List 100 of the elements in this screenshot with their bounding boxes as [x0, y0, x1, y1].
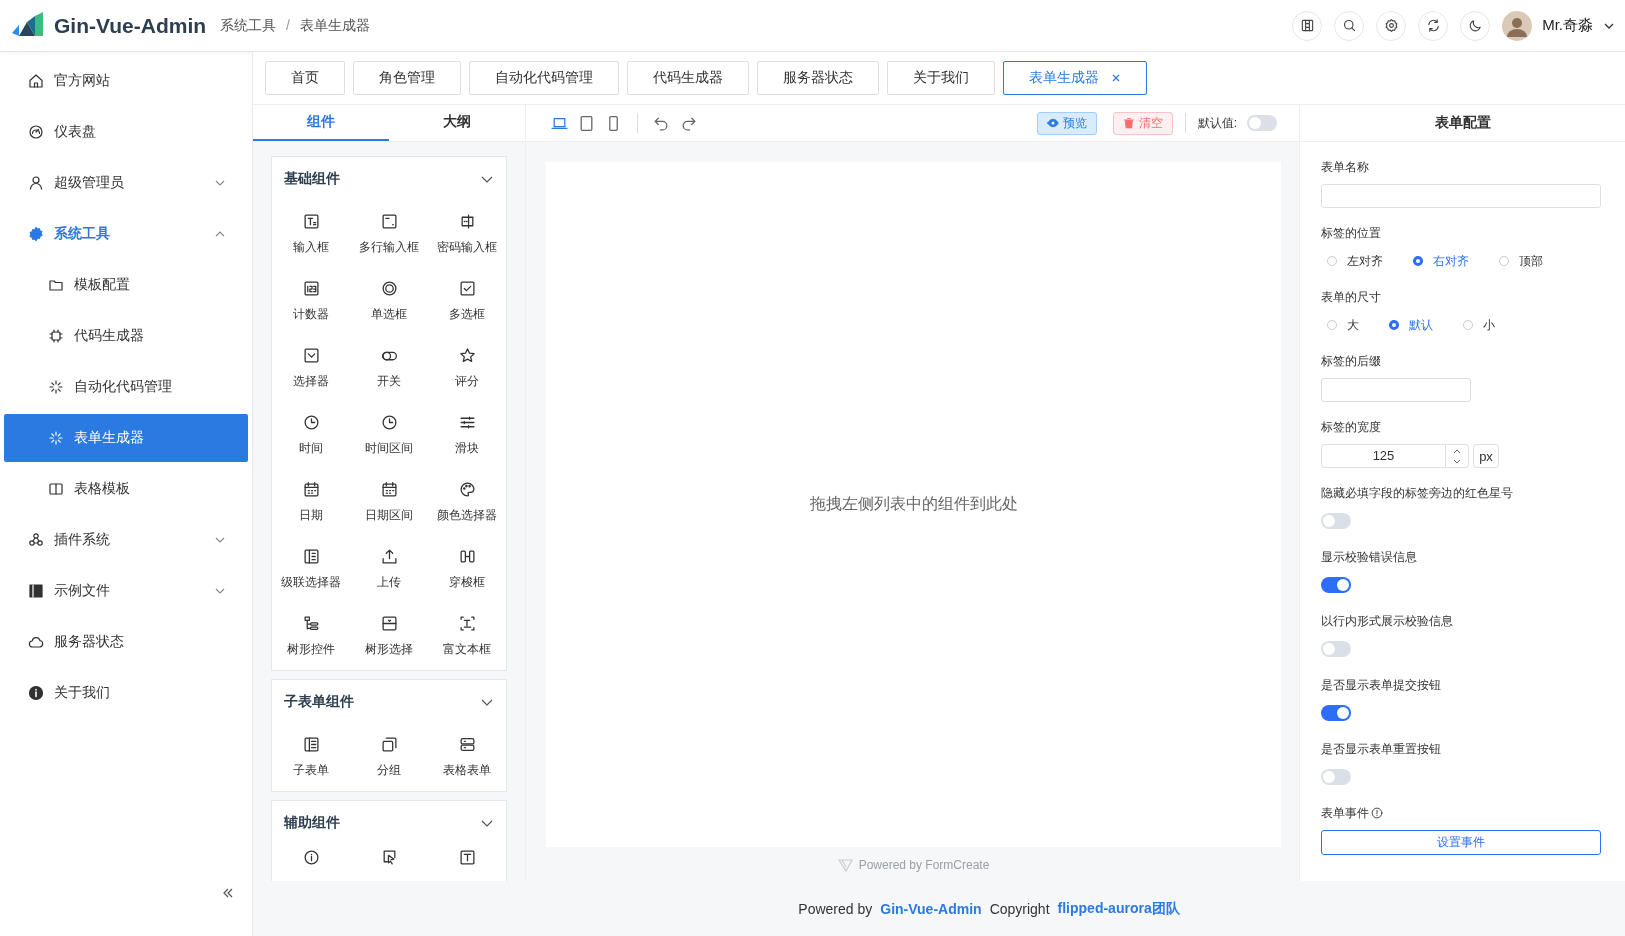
- tab[interactable]: 首页: [265, 61, 345, 95]
- radio-option[interactable]: 小: [1463, 316, 1495, 334]
- radio-option[interactable]: 大: [1327, 316, 1359, 334]
- field-label: 隐藏必填字段的标签旁边的红色星号: [1321, 486, 1513, 500]
- breadcrumb-separator: /: [286, 16, 290, 35]
- toggle-switch[interactable]: [1321, 513, 1351, 529]
- component-item[interactable]: 上传: [350, 536, 428, 603]
- sparkle-icon: [48, 379, 64, 395]
- sidebar-item[interactable]: 官方网站: [4, 57, 248, 105]
- layout-icon: [1299, 18, 1315, 33]
- component-item[interactable]: 穿梭框: [428, 536, 506, 603]
- sidebar-item[interactable]: 示例文件: [4, 567, 248, 615]
- radio-option[interactable]: 左对齐: [1327, 252, 1383, 270]
- toggle-switch[interactable]: [1321, 769, 1351, 785]
- sidebar-item[interactable]: 表格模板: [4, 465, 248, 513]
- text-icon: [458, 849, 476, 866]
- search-icon: [1341, 18, 1357, 33]
- toggle-switch[interactable]: [1321, 705, 1351, 721]
- spin-up-icon[interactable]: [1453, 447, 1461, 454]
- component-item[interactable]: 单选框: [350, 268, 428, 335]
- sidebar-item[interactable]: 仪表盘: [4, 108, 248, 156]
- radio-option[interactable]: 顶部: [1499, 252, 1543, 270]
- component-item[interactable]: 表格表单: [428, 724, 506, 791]
- input-field[interactable]: [1321, 378, 1471, 402]
- component-item[interactable]: 颜色选择器: [428, 469, 506, 536]
- sidebar-item[interactable]: 自动化代码管理: [4, 363, 248, 411]
- sidebar-item[interactable]: 超级管理员: [4, 159, 248, 207]
- sidebar-item[interactable]: 关于我们: [4, 669, 248, 717]
- input-field[interactable]: [1321, 184, 1601, 208]
- toolbar-button[interactable]: [1418, 10, 1449, 41]
- component-item[interactable]: 树形控件: [272, 603, 350, 670]
- sidebar-item[interactable]: 系统工具: [4, 210, 248, 258]
- component-item[interactable]: 分组: [350, 724, 428, 791]
- component-item[interactable]: 多选框: [428, 268, 506, 335]
- sidebar-item[interactable]: 插件系统: [4, 516, 248, 564]
- double-chevron-left-icon: [222, 887, 234, 899]
- component-item[interactable]: 滑块: [428, 402, 506, 469]
- field-label: 标签的宽度: [1321, 420, 1381, 434]
- table-form-icon: [458, 736, 476, 753]
- user-name[interactable]: Mr.奇淼: [1542, 16, 1593, 35]
- component-item[interactable]: 开关: [350, 335, 428, 402]
- radio-option[interactable]: 右对齐: [1413, 252, 1469, 270]
- radio-option[interactable]: 默认: [1389, 316, 1433, 334]
- gear-icon: [28, 226, 44, 242]
- component-item[interactable]: 级联选择器: [272, 536, 350, 603]
- spin-down-icon[interactable]: [1453, 458, 1461, 465]
- component-item[interactable]: 输入框: [272, 201, 350, 268]
- footer-link[interactable]: flipped-aurora团队: [1057, 899, 1180, 918]
- clock-icon: [380, 414, 398, 431]
- sidebar-item[interactable]: 服务器状态: [4, 618, 248, 666]
- toolbar-button[interactable]: [1334, 10, 1365, 41]
- sidebar-item[interactable]: 表单生成器: [4, 414, 248, 462]
- palette-icon: [458, 481, 476, 498]
- preview-button[interactable]: 预览: [1036, 111, 1097, 135]
- component-item[interactable]: 富文本框: [428, 603, 506, 670]
- sidebar-item[interactable]: 代码生成器: [4, 312, 248, 360]
- toolbar-button[interactable]: [1460, 10, 1491, 41]
- component-item[interactable]: 日期区间: [350, 469, 428, 536]
- toggle-switch[interactable]: [1321, 641, 1351, 657]
- copy-icon: [380, 736, 398, 753]
- field-label: 标签的位置: [1321, 226, 1381, 240]
- tab[interactable]: 代码生成器: [627, 61, 749, 95]
- gauge-icon: [28, 124, 44, 140]
- tab[interactable]: 表单生成器: [1003, 61, 1147, 95]
- toolbar-button[interactable]: [1376, 10, 1407, 41]
- component-item[interactable]: 子表单: [272, 724, 350, 791]
- moon-icon: [1467, 18, 1483, 33]
- textarea-icon: [380, 213, 398, 230]
- toggle-switch[interactable]: [1247, 115, 1277, 131]
- tab[interactable]: 服务器状态: [757, 61, 879, 95]
- breadcrumb-item[interactable]: 表单生成器: [299, 16, 370, 35]
- sidebar-item[interactable]: 模板配置: [4, 261, 248, 309]
- drop-zone[interactable]: 拖拽左侧列表中的组件到此处: [546, 162, 1281, 847]
- component-item[interactable]: 评分: [428, 335, 506, 402]
- app-title: Gin-Vue-Admin: [54, 13, 207, 38]
- toolbar-button[interactable]: [1292, 10, 1323, 41]
- set-event-button[interactable]: 设置事件: [1321, 830, 1601, 855]
- breadcrumb-item[interactable]: 系统工具: [220, 16, 277, 35]
- refresh-icon: [1425, 18, 1441, 33]
- number-field[interactable]: 125: [1321, 444, 1469, 468]
- tab[interactable]: 自动化代码管理: [469, 61, 619, 95]
- component-item[interactable]: 密码输入框: [428, 201, 506, 268]
- component-item[interactable]: 日期: [272, 469, 350, 536]
- slider-icon: [458, 414, 476, 431]
- component-item[interactable]: 时间: [272, 402, 350, 469]
- field-label: 是否显示表单重置按钮: [1321, 742, 1441, 756]
- close-icon[interactable]: [1111, 73, 1121, 83]
- component-item[interactable]: 选择器: [272, 335, 350, 402]
- tree-icon: [302, 615, 320, 632]
- tab[interactable]: 关于我们: [887, 61, 995, 95]
- toggle-switch[interactable]: [1321, 577, 1351, 593]
- avatar[interactable]: [1502, 10, 1533, 41]
- cloud-icon: [28, 634, 44, 650]
- footer-link[interactable]: Gin-Vue-Admin: [880, 900, 982, 917]
- component-item[interactable]: 树形选择: [350, 603, 428, 670]
- tab[interactable]: 角色管理: [353, 61, 461, 95]
- component-item[interactable]: 时间区间: [350, 402, 428, 469]
- component-item[interactable]: 多行输入框: [350, 201, 428, 268]
- file-icon: [28, 583, 44, 599]
- component-item[interactable]: 计数器: [272, 268, 350, 335]
